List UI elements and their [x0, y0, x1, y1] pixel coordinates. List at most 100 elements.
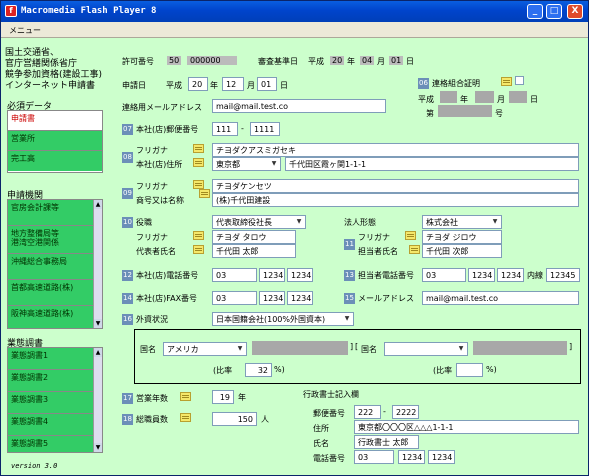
country-2-select[interactable]: ▼ [384, 342, 468, 356]
zip-2-input[interactable]: 1111 [250, 122, 280, 136]
sidebar-item-survey-1[interactable]: 業態調書1 [8, 348, 94, 370]
agency-scrollbar[interactable]: ▲ ▼ [93, 200, 102, 328]
foreign-label: 外資状況 [136, 315, 168, 324]
content-area: 国土交通省、 官庁営繕関係省庁 競争参加資格(建設工事) インターネット申請書 … [1, 38, 588, 475]
sidebar-item-survey-4[interactable]: 業態調書4 [8, 414, 94, 436]
scroll-up-icon[interactable]: ▲ [94, 200, 102, 209]
role-label: 役職 [136, 218, 152, 227]
country-select[interactable]: アメリカ ▼ [163, 342, 247, 356]
role-select[interactable]: 代表取締役社長 ▼ [212, 215, 306, 229]
item-number-14: 14 [122, 293, 133, 304]
item-number-07: 07 [122, 124, 133, 135]
address-kana-input[interactable]: チヨダクアスミガセキ [212, 143, 579, 157]
sidebar-item-agency-5[interactable]: 阪神高速道路(株) [8, 306, 94, 328]
foreign-select[interactable]: 日本国籍会社(100%外国資本) ▼ [212, 312, 354, 326]
memo-icon[interactable] [193, 180, 204, 189]
sidebar-item-survey-5[interactable]: 業態調書5 [8, 436, 94, 452]
menu-bar: メニュー [1, 22, 588, 38]
scrivener-tel-1-input[interactable]: 03 [354, 450, 394, 464]
memo-icon[interactable] [180, 392, 191, 401]
staff-label: 総職員数 [136, 415, 168, 424]
memo-icon[interactable] [405, 231, 416, 240]
contact-tel-1-input[interactable]: 03 [422, 268, 466, 282]
tel-3-input[interactable]: 1234 [287, 268, 313, 282]
ratio-input[interactable]: 32 [245, 363, 272, 377]
sidebar-item-completed-works[interactable]: 完工高 [8, 151, 102, 171]
close-button[interactable]: X [567, 4, 583, 19]
charge-kana-input[interactable]: チヨダ ジロウ [422, 230, 502, 244]
exam-month: 04 [360, 56, 375, 65]
minimize-button[interactable]: _ [527, 4, 543, 19]
apply-day-input[interactable]: 01 [257, 77, 277, 91]
staff-input[interactable]: 150 [212, 412, 257, 426]
memo-icon[interactable] [193, 231, 204, 240]
name-kana-input[interactable]: チヨダケンセツ [212, 179, 579, 193]
scrivener-zip-2-input[interactable]: 2222 [392, 405, 419, 419]
sidebar-item-agency-1[interactable]: 官房会計課等 [8, 200, 94, 226]
rep-name-input[interactable]: 千代田 太郎 [212, 244, 296, 258]
zip-dash: - [241, 124, 244, 133]
memo-icon[interactable] [193, 158, 204, 167]
union-cert-checkbox[interactable] [515, 76, 524, 85]
sidebar-item-survey-2[interactable]: 業態調書2 [8, 370, 94, 392]
sidebar-item-agency-4[interactable]: 首都高速道路(株) [8, 280, 94, 306]
memo-icon[interactable] [193, 144, 204, 153]
scrivener-address-input[interactable]: 東京都〇〇〇区△△△1-1-1 [354, 420, 579, 434]
scroll-down-icon[interactable]: ▼ [94, 319, 102, 328]
tel-1-input[interactable]: 03 [212, 268, 257, 282]
scrivener-zip-1-input[interactable]: 222 [354, 405, 381, 419]
memo-icon[interactable] [501, 77, 512, 86]
title-bar[interactable]: f Macromedia Flash Player 8 _ □ X [1, 1, 588, 22]
sidebar-item-agency-3[interactable]: 沖縄総合事務局 [8, 254, 94, 280]
sidebar-item-agency-2[interactable]: 地方整備局等 港湾空港関係 [8, 226, 94, 254]
contact-email-input[interactable]: mail@mail.test.co [212, 99, 386, 113]
maximize-button[interactable]: □ [546, 4, 562, 19]
menu-item-menu[interactable]: メニュー [9, 25, 41, 36]
corp-type-select[interactable]: 株式会社 ▼ [422, 215, 502, 229]
union-era: 平成 [418, 95, 434, 104]
sidebar-item-application[interactable]: 申請書 [8, 111, 102, 131]
apply-month-input[interactable]: 12 [222, 77, 244, 91]
sidebar-item-survey-3[interactable]: 業態調書3 [8, 392, 94, 414]
item-number-09: 09 [122, 188, 133, 199]
years-input[interactable]: 19 [212, 390, 234, 404]
chevron-down-icon: ▼ [344, 315, 350, 322]
memo-icon[interactable] [193, 245, 204, 254]
exam-day-unit: 日 [406, 57, 414, 66]
extension-input[interactable]: 12345 [546, 268, 580, 282]
charge-name-input[interactable]: 千代田 次郎 [422, 244, 502, 258]
apply-year-input[interactable]: 20 [188, 77, 208, 91]
permit-label: 許可番号 [122, 57, 154, 66]
zip-label: 本社(店)郵便番号 [136, 125, 199, 134]
email-input[interactable]: mail@mail.test.co [422, 291, 579, 305]
apply-date-label: 申請日 [122, 81, 146, 90]
contact-tel-3-input[interactable]: 1234 [497, 268, 524, 282]
staff-unit: 人 [261, 415, 269, 424]
memo-icon[interactable] [180, 413, 191, 422]
item-number-12: 12 [122, 270, 133, 281]
fax-2-input[interactable]: 1234 [259, 291, 285, 305]
scrivener-name-input[interactable]: 行政書士 太郎 [354, 435, 419, 449]
item-number-08: 08 [122, 152, 133, 163]
prefecture-select[interactable]: 東京都 ▼ [212, 157, 281, 171]
survey-scrollbar[interactable]: ▲ ▼ [93, 348, 102, 452]
zip-1-input[interactable]: 111 [212, 122, 238, 136]
country-value: アメリカ [167, 345, 199, 354]
fax-3-input[interactable]: 1234 [287, 291, 313, 305]
scroll-up-icon[interactable]: ▲ [94, 348, 102, 357]
union-day-unit: 日 [530, 95, 538, 104]
address-input[interactable]: 千代田区霞ヶ関1-1-1 [285, 157, 579, 171]
rep-kana-input[interactable]: チヨダ タロウ [212, 230, 296, 244]
scrivener-tel-3-input[interactable]: 1234 [428, 450, 455, 464]
sidebar-item-office[interactable]: 営業所 [8, 131, 102, 151]
scrivener-tel-2-input[interactable]: 1234 [398, 450, 425, 464]
memo-icon[interactable] [409, 245, 420, 254]
memo-icon[interactable] [199, 189, 210, 198]
fax-1-input[interactable]: 03 [212, 291, 257, 305]
ratio-2-input[interactable] [456, 363, 483, 377]
company-name-input[interactable]: (株)千代田建設 [212, 193, 579, 207]
contact-tel-2-input[interactable]: 1234 [468, 268, 495, 282]
required-list: 申請書 営業所 完工高 [7, 110, 103, 173]
tel-2-input[interactable]: 1234 [259, 268, 285, 282]
scroll-down-icon[interactable]: ▼ [94, 443, 102, 452]
